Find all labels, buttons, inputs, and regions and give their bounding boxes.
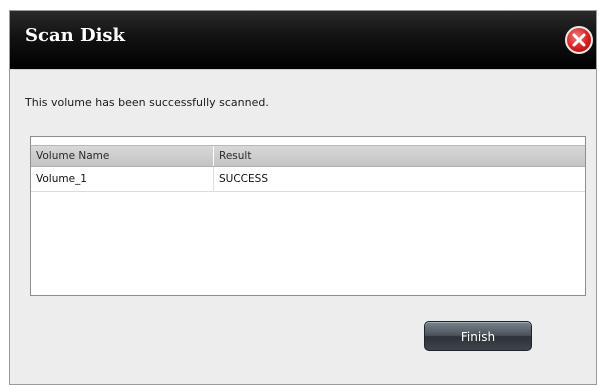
dialog-titlebar: Scan Disk: [10, 11, 596, 70]
volume-name-cell: Volume_1: [31, 167, 214, 191]
table-row[interactable]: Volume_1 SUCCESS: [31, 167, 585, 192]
finish-button[interactable]: Finish: [424, 321, 532, 351]
table-header: Volume Name Result: [31, 145, 585, 167]
column-header-volume-name[interactable]: Volume Name: [31, 146, 214, 166]
scan-disk-dialog: Scan Disk This volume has been successfu…: [9, 10, 597, 385]
close-icon[interactable]: [565, 26, 593, 54]
results-table: Volume Name Result Volume_1 SUCCESS: [30, 136, 586, 296]
result-cell: SUCCESS: [219, 173, 268, 185]
status-message: This volume has been successfully scanne…: [25, 96, 269, 109]
column-header-result[interactable]: Result: [214, 146, 574, 166]
dialog-title: Scan Disk: [25, 25, 126, 46]
